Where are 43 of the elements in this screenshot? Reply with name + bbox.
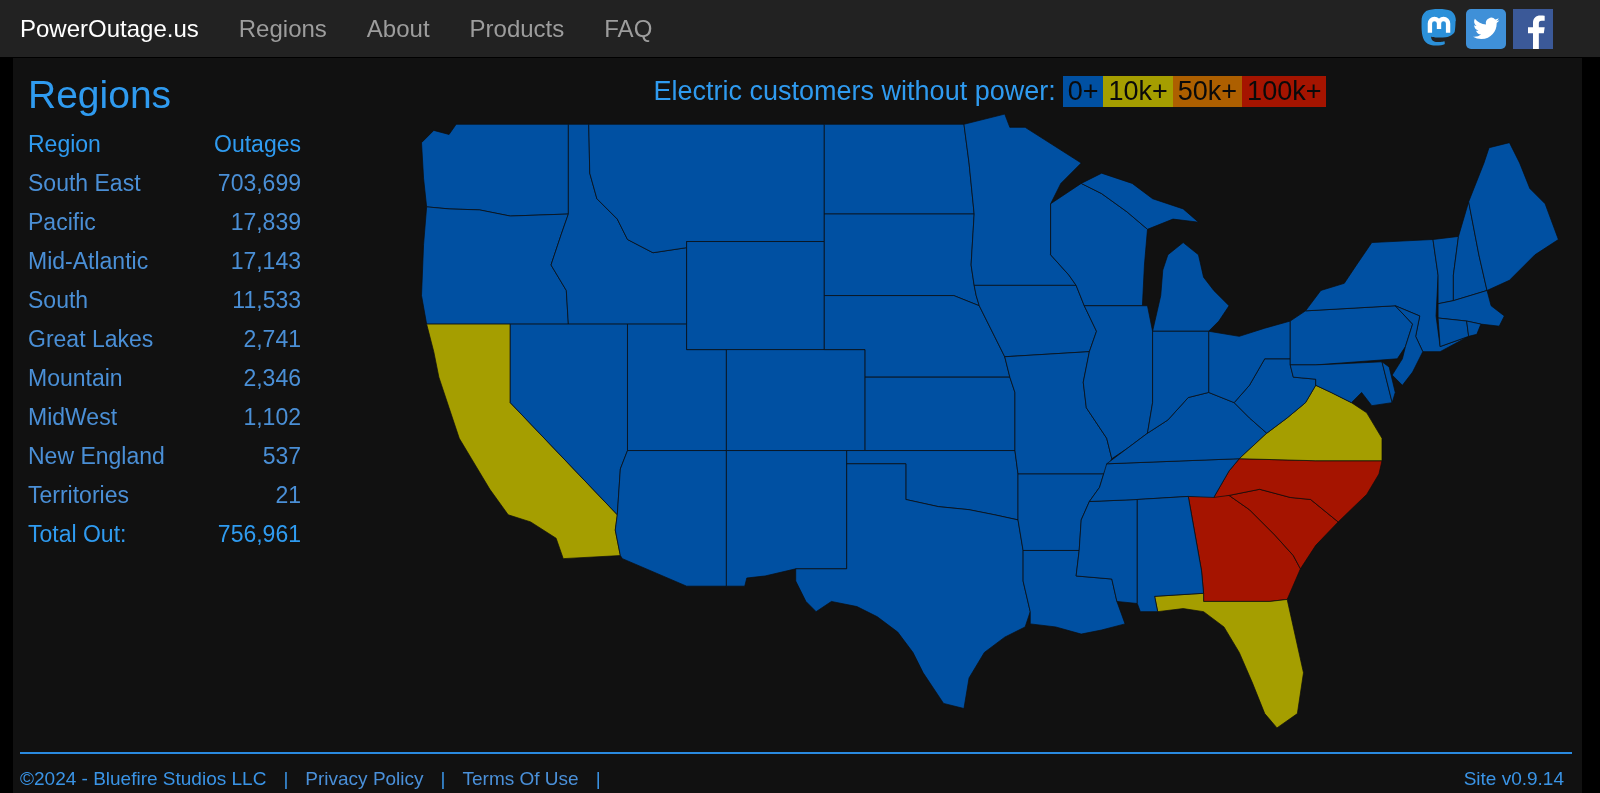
legend-item: 100k+: [1242, 76, 1327, 107]
site-version: Site v0.9.14: [1463, 768, 1564, 790]
region-name: Territories: [28, 481, 130, 510]
region-name: South: [28, 286, 90, 315]
footer-link[interactable]: Terms Of Use: [462, 768, 579, 790]
outage-count: 703,699: [216, 169, 301, 198]
nav-link[interactable]: About: [366, 14, 430, 43]
legend-item: 50k+: [1172, 76, 1243, 107]
nav-link[interactable]: Products: [469, 14, 565, 43]
site-brand-link[interactable]: PowerOutage.us: [20, 14, 199, 43]
nav-link[interactable]: FAQ: [604, 14, 653, 43]
mastodon-icon[interactable]: [1419, 8, 1459, 49]
region-name: Pacific: [28, 208, 97, 237]
outage-count: 2,741: [242, 325, 301, 354]
region-name: Mid-Atlantic: [28, 247, 150, 276]
outage-count: 17,143: [229, 247, 301, 276]
nav-link[interactable]: Regions: [238, 14, 327, 43]
region-name: New England: [28, 442, 166, 471]
legend-item: 10k+: [1103, 76, 1173, 107]
total-count: 756,961: [216, 520, 301, 549]
copyright-text: ©2024 - Bluefire Studios LLC: [20, 768, 267, 790]
footer-link[interactable]: Privacy Policy: [305, 768, 424, 790]
panel-title: Regions: [28, 72, 173, 118]
region-name: South East: [28, 169, 142, 198]
legend-item: 0+: [1062, 76, 1104, 107]
outage-count: 21: [274, 481, 301, 510]
footer-separator: |: [440, 768, 446, 790]
outage-count: 537: [261, 442, 301, 471]
column-header: Region: [28, 130, 102, 159]
facebook-icon[interactable]: [1513, 8, 1553, 49]
footer-separator: |: [283, 768, 289, 790]
twitter-icon[interactable]: [1466, 8, 1506, 49]
legend-title: Electric customers without power:: [653, 76, 1056, 107]
region-name: Mountain: [28, 364, 124, 393]
column-header: Outages: [213, 130, 301, 159]
region-name: MidWest: [28, 403, 119, 432]
outage-count: 1,102: [242, 403, 301, 432]
outage-count: 2,346: [242, 364, 301, 393]
outage-count: 17,839: [229, 208, 301, 237]
footer-separator: |: [595, 768, 601, 790]
region-name: Great Lakes: [28, 325, 155, 354]
outage-count: 11,533: [231, 286, 301, 315]
total-label: Total Out:: [28, 520, 128, 549]
